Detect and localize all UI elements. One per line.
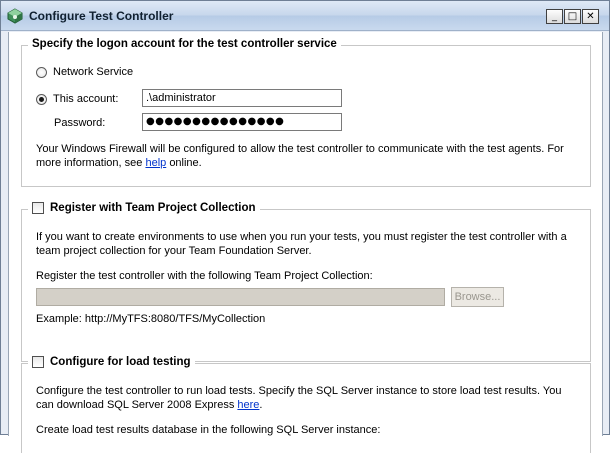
password-input[interactable]: ●●●●●●●●●●●●●●● (142, 113, 342, 131)
load-testing-description-suffix: . (259, 399, 263, 411)
network-service-label: Network Service (53, 66, 134, 78)
this-account-option[interactable]: This account: (36, 93, 118, 105)
title-bar[interactable]: Configure Test Controller _ □ ✕ (1, 1, 609, 31)
load-testing-description: Configure the test controller to run loa… (36, 384, 576, 412)
configure-load-testing-label: Configure for load testing (50, 356, 191, 368)
configure-load-testing-checkbox[interactable] (32, 356, 44, 368)
browse-button[interactable]: Browse... (451, 287, 504, 307)
this-account-label: This account: (53, 93, 119, 105)
close-button[interactable]: ✕ (582, 9, 599, 24)
register-team-project-checkbox[interactable] (32, 202, 44, 214)
password-label: Password: (54, 117, 106, 129)
test-controller-app-icon (7, 8, 23, 24)
load-testing-group: Configure for load testing Configure the… (21, 356, 591, 453)
load-testing-description-body: Configure the test controller to run loa… (36, 385, 562, 411)
configure-test-controller-window: Configure Test Controller _ □ ✕ Specify … (0, 0, 610, 453)
logon-account-legend: Specify the logon account for the test c… (28, 38, 341, 50)
network-service-radio[interactable] (36, 66, 47, 78)
firewall-info-suffix: online. (169, 157, 202, 169)
firewall-info-body: Your Windows Firewall will be configured… (36, 143, 564, 169)
register-collection-label: Register the test controller with the fo… (36, 270, 373, 282)
logon-account-group: Specify the logon account for the test c… (21, 38, 591, 187)
team-project-description: If you want to create environments to us… (36, 231, 567, 257)
account-input[interactable]: .\administrator (142, 89, 342, 107)
collection-example-text: Example: http://MyTFS:8080/TFS/MyCollect… (36, 313, 266, 325)
team-project-legend[interactable]: Register with Team Project Collection (28, 202, 260, 214)
sql-express-download-link[interactable]: here (237, 399, 259, 411)
help-link[interactable]: help (145, 157, 166, 169)
this-account-radio[interactable] (36, 93, 47, 105)
register-team-project-label: Register with Team Project Collection (50, 202, 256, 214)
team-project-group: Register with Team Project Collection If… (21, 202, 591, 362)
create-db-label: Create load test results database in the… (36, 424, 381, 436)
window-title: Configure Test Controller (29, 9, 174, 23)
network-service-option[interactable]: Network Service (36, 66, 133, 78)
collection-url-input[interactable] (36, 288, 445, 306)
minimize-button[interactable]: _ (546, 9, 563, 24)
dialog-content: Specify the logon account for the test c… (8, 32, 603, 453)
maximize-button[interactable]: □ (564, 9, 581, 24)
load-testing-legend[interactable]: Configure for load testing (28, 356, 195, 368)
firewall-info-text: Your Windows Firewall will be configured… (36, 142, 576, 170)
